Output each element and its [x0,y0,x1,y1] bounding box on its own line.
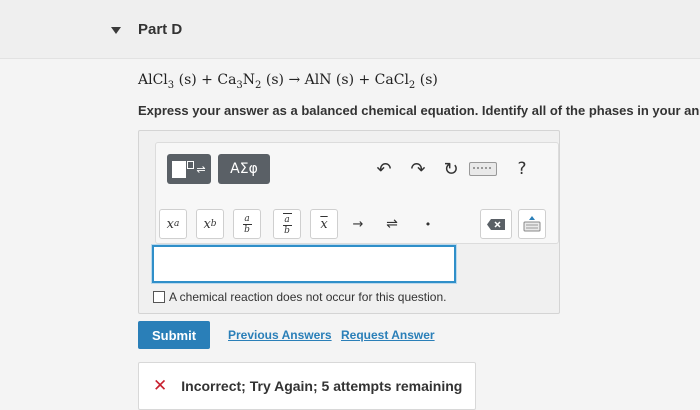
fraction-icon: a b [242,213,252,235]
greek-symbols-button[interactable]: ΑΣφ [218,154,270,184]
reactant-1-phase: (s) [178,72,197,88]
answer-editor-panel: ⇌ ΑΣφ ↶ ↷ ↻ ? xa xb a b a b x → ⇌ • [138,130,560,314]
keyboard-icon [469,162,497,176]
reaction-arrow: → [288,72,301,88]
subscript-index: b [210,219,217,229]
backspace-icon [487,218,505,230]
keyboard-shortcuts-button[interactable] [468,161,498,177]
dot-button[interactable]: • [414,209,442,239]
stacked-fraction-denominator: b [284,225,290,236]
superscript-button[interactable]: xa [159,209,187,239]
answer-input[interactable] [151,244,457,284]
reset-icon[interactable]: ↻ [440,157,462,181]
superscript-base: x [166,216,174,232]
dot-icon: • [424,217,432,231]
template-equilibrium-icon: ⇌ [196,162,206,176]
templates-button[interactable]: ⇌ [167,154,211,184]
reaction-arrow-icon: → [352,216,364,232]
reaction-arrow-button[interactable]: → [344,209,372,239]
overline-button[interactable]: x [310,209,338,239]
no-reaction-label: A chemical reaction does not occur for t… [169,290,447,304]
redo-icon[interactable]: ↷ [407,157,429,181]
product-1-phase: (s) [335,72,355,88]
keyboard-toggle-button[interactable] [518,209,546,239]
product-2-subscript: 2 [408,79,416,91]
part-title: Part D [138,21,183,38]
fraction-denominator: b [244,224,250,235]
reaction-equation: AlCl3 (s) + Ca3N2 (s) → AlN (s) + CaCl2 … [138,72,438,91]
no-reaction-checkbox[interactable] [153,291,165,303]
reactant-1-subscript: 3 [167,79,175,91]
request-answer-link[interactable]: Request Answer [341,328,435,342]
subscript-base: x [203,216,211,232]
subscript-button[interactable]: xb [196,209,224,239]
stacked-fraction-numerator: a [284,214,290,225]
product-1: AlN [304,72,332,88]
help-button[interactable]: ? [511,157,533,181]
reactant-2-ca: Ca [217,72,237,88]
math-toolbar: ⇌ ΑΣφ ↶ ↷ ↻ ? xa xb a b a b x → ⇌ • [155,142,559,244]
product-2: CaCl [374,72,409,88]
previous-answers-link[interactable]: Previous Answers [228,328,332,342]
superscript-exponent: a [173,219,180,229]
fraction-button[interactable]: a b [233,209,261,239]
reactant-2-n-subscript: 2 [255,79,262,91]
stacked-fraction-top-bar [282,212,292,214]
template-superscript-icon [187,161,195,169]
stacked-fraction-icon: a b [282,212,292,236]
overline-label: x [320,216,328,232]
reactant-1: AlCl [138,72,168,88]
feedback-box: ✕ Incorrect; Try Again; 5 attempts remai… [138,362,476,410]
delete-button[interactable] [480,209,512,239]
reactant-2-phase: (s) [265,72,284,88]
plus-sign: + [358,72,371,88]
equilibrium-arrow-button[interactable]: ⇌ [378,209,406,239]
fraction-numerator: a [244,213,250,224]
part-header[interactable]: Part D [0,0,700,59]
keyboard-toggle-icon [523,216,541,232]
submit-button[interactable]: Submit [138,321,210,349]
equilibrium-arrow-icon: ⇌ [386,216,398,232]
incorrect-x-icon: ✕ [153,376,168,396]
reactant-2-n: N [242,72,256,88]
plus-sign: + [201,72,213,88]
no-reaction-option[interactable]: A chemical reaction does not occur for t… [153,290,446,304]
stacked-fraction-button[interactable]: a b [273,209,301,239]
undo-icon[interactable]: ↶ [373,157,395,181]
collapse-caret-icon[interactable] [111,27,121,34]
question-instruction: Express your answer as a balanced chemic… [138,103,700,118]
template-box-icon [172,160,187,178]
feedback-message: Incorrect; Try Again; 5 attempts remaini… [181,378,463,394]
product-2-phase: (s) [419,72,438,88]
